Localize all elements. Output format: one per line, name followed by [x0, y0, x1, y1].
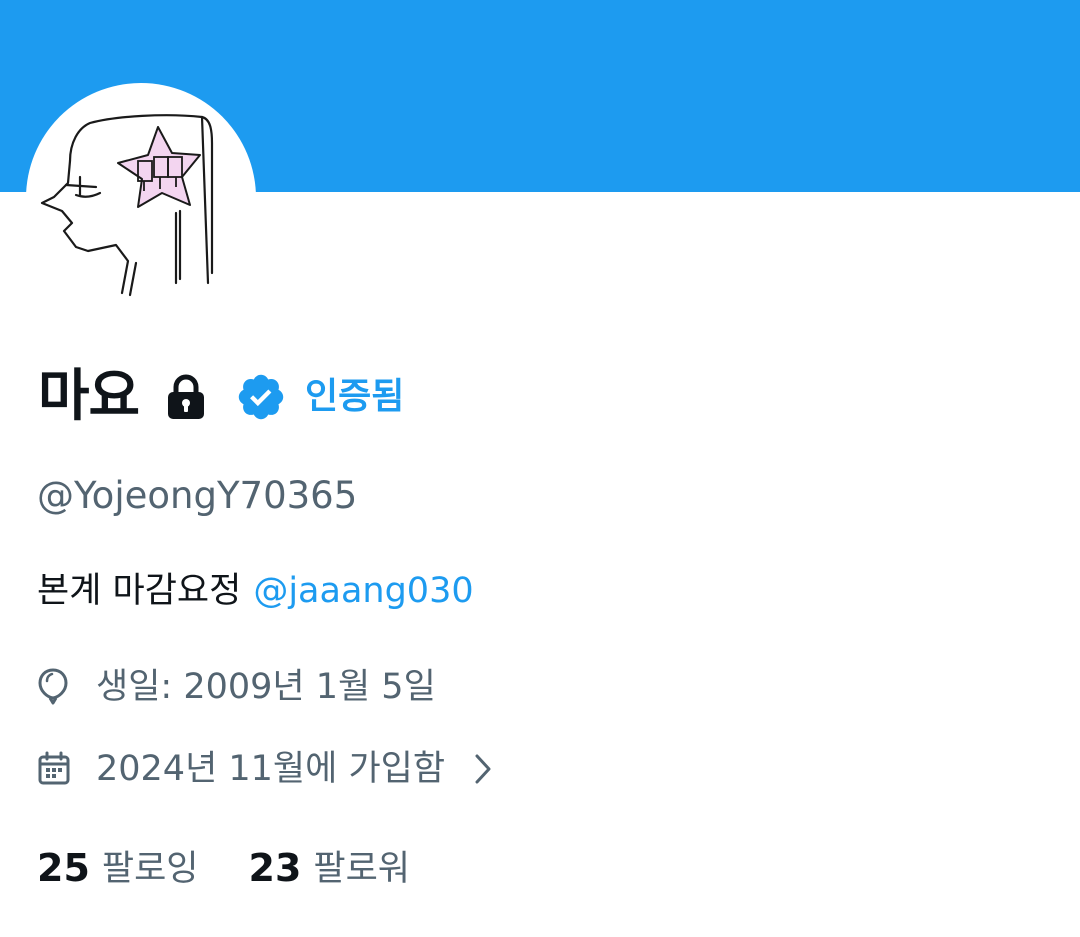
- avatar-drawing: [40, 114, 214, 297]
- followers-label: 팔로워: [313, 848, 410, 889]
- profile-bio: 본계 마감요정 @jaaang030: [37, 570, 474, 612]
- lock-icon: [165, 373, 207, 421]
- balloon-icon: [36, 667, 82, 707]
- birthday-row: 생일: 2009년 1월 5일: [36, 666, 436, 708]
- profile-avatar[interactable]: [26, 83, 256, 313]
- bio-mention-link[interactable]: @jaaang030: [253, 571, 473, 611]
- joined-row[interactable]: 2024년 11월에 가입함: [36, 748, 493, 790]
- following-link[interactable]: 25 팔로잉: [37, 846, 199, 892]
- birthday-text: 생일: 2009년 1월 5일: [96, 667, 436, 707]
- bio-text: 본계 마감요정: [37, 571, 242, 611]
- chevron-right-icon[interactable]: [473, 752, 493, 786]
- verified-label[interactable]: 인증됨: [305, 379, 404, 415]
- following-count: 25: [37, 846, 90, 890]
- joined-text: 2024년 11월에 가입함: [96, 749, 446, 789]
- profile-name-row: 마요 인증됨: [38, 362, 404, 432]
- following-label: 팔로잉: [101, 848, 199, 889]
- calendar-icon: [36, 751, 82, 787]
- follow-stats: 25 팔로잉 23 팔로워: [37, 846, 410, 892]
- verified-badge-icon[interactable]: [235, 371, 287, 423]
- followers-link[interactable]: 23 팔로워: [249, 846, 411, 892]
- followers-count: 23: [248, 846, 302, 890]
- profile-handle: @YojeongY70365: [37, 474, 358, 517]
- display-name: 마요: [38, 364, 140, 429]
